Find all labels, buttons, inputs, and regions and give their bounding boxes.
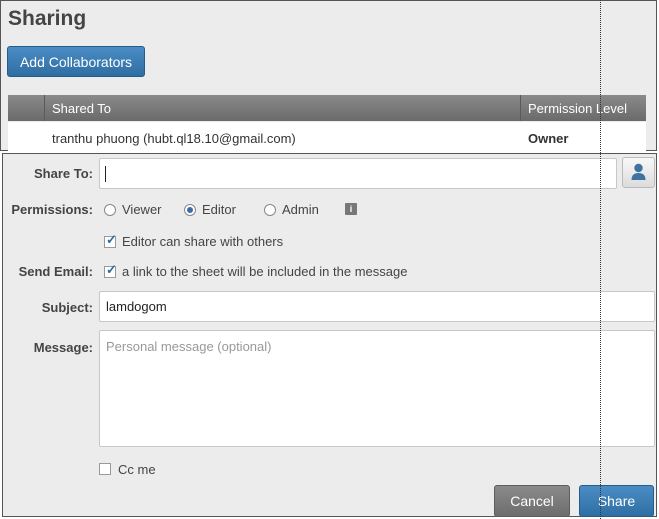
checkmark-icon: ✓ [106, 232, 117, 247]
sharing-panel: Sharing Add Collaborators Shared To Perm… [0, 0, 657, 151]
text-caret [105, 166, 106, 182]
send-email-label: Send Email: [18, 264, 93, 279]
permission-viewer-radio[interactable] [104, 204, 116, 216]
share-to-label: Share To: [34, 166, 93, 181]
subject-input[interactable]: lamdogom [99, 291, 655, 322]
column-header-permission-level[interactable]: Permission Level [528, 101, 627, 116]
shared-to-cell: tranthu phuong (hubt.ql18.10@gmail.com) [52, 131, 296, 146]
cc-me-label[interactable]: Cc me [118, 462, 156, 477]
share-to-input[interactable] [99, 158, 617, 189]
permission-admin-label[interactable]: Admin [282, 202, 319, 217]
permission-editor-label[interactable]: Editor [202, 202, 236, 217]
page-title: Sharing [8, 7, 87, 30]
contacts-button[interactable] [622, 157, 655, 188]
add-collaborators-button[interactable]: Add Collaborators [7, 46, 145, 77]
shared-table-header: Shared To Permission Level [8, 95, 646, 121]
person-icon [631, 163, 646, 180]
checkmark-icon: ✓ [106, 262, 117, 277]
subject-label: Subject: [41, 300, 93, 315]
send-email-checkbox[interactable]: ✓ [104, 262, 117, 278]
column-divider [520, 95, 521, 121]
column-header-shared-to[interactable]: Shared To [52, 101, 111, 116]
editor-share-label[interactable]: Editor can share with others [122, 234, 283, 249]
table-row[interactable]: tranthu phuong (hubt.ql18.10@gmail.com) … [8, 122, 646, 151]
cc-me-checkbox[interactable] [99, 463, 111, 475]
share-form: Share To: Permissions: Viewer Editor Adm… [2, 153, 657, 517]
permissions-label: Permissions: [11, 202, 93, 217]
message-textarea[interactable]: Personal message (optional) [99, 330, 655, 447]
message-label: Message: [33, 340, 93, 355]
send-email-text[interactable]: a link to the sheet will be included in … [122, 264, 407, 279]
header-spacer [8, 95, 45, 121]
permission-viewer-label[interactable]: Viewer [122, 202, 162, 217]
info-icon[interactable]: i [345, 203, 357, 215]
permission-editor-radio[interactable] [184, 204, 196, 216]
permission-cell: Owner [528, 131, 569, 146]
share-button[interactable]: Share [579, 485, 654, 517]
permission-admin-radio[interactable] [264, 204, 276, 216]
cancel-button[interactable]: Cancel [494, 485, 570, 517]
editor-share-checkbox[interactable]: ✓ [104, 232, 117, 248]
